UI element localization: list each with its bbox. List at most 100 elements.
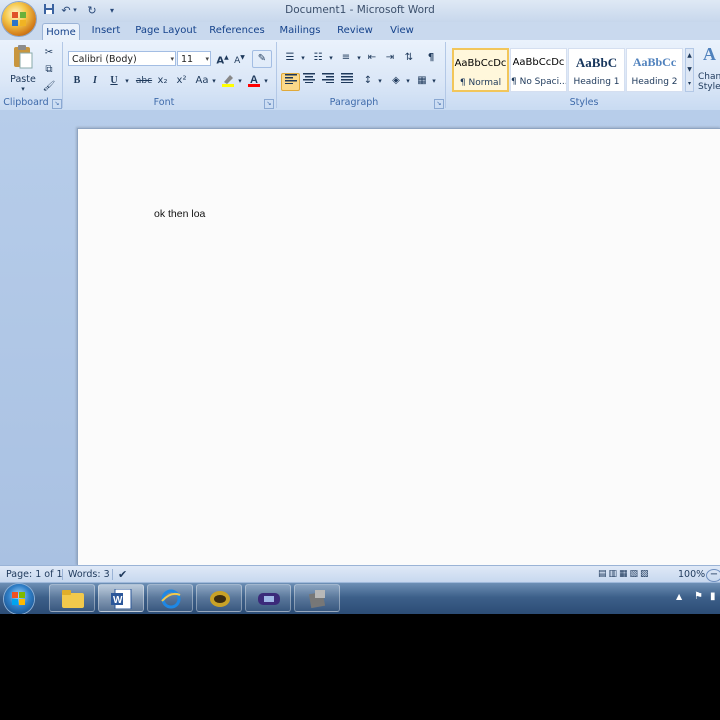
- show-hidden-icons-icon[interactable]: ▲: [676, 592, 686, 604]
- font-color-icon[interactable]: A: [246, 73, 262, 89]
- align-right-icon[interactable]: [319, 73, 336, 89]
- document-body-text[interactable]: ok then loa: [154, 208, 205, 220]
- chevron-down-icon: ▾: [205, 55, 209, 63]
- cut-icon[interactable]: ✂: [41, 45, 57, 61]
- style-label: ¶ No Spaci...: [511, 77, 566, 87]
- borders-icon[interactable]: ▦: [414, 73, 430, 89]
- numbering-dropdown-icon[interactable]: ▾: [327, 50, 335, 66]
- line-spacing-icon[interactable]: ↕: [360, 73, 376, 89]
- highlight-dropdown-icon[interactable]: ▾: [236, 73, 244, 89]
- view-buttons[interactable]: ▤▥▦▧▨: [598, 568, 668, 581]
- tab-insert[interactable]: Insert: [88, 22, 124, 40]
- style-heading-1[interactable]: AaBbC Heading 1: [568, 48, 625, 92]
- copy-icon[interactable]: ⧉: [41, 62, 57, 78]
- office-button[interactable]: [2, 2, 36, 36]
- justify-icon[interactable]: [338, 73, 355, 89]
- bullets-dropdown-icon[interactable]: ▾: [299, 50, 307, 66]
- change-styles-label: Chan Style: [698, 72, 720, 92]
- numbering-icon[interactable]: ☷: [309, 50, 327, 66]
- multilevel-dropdown-icon[interactable]: ▾: [355, 50, 363, 66]
- change-case-dropdown-icon[interactable]: ▾: [210, 73, 218, 89]
- format-painter-icon[interactable]: 🖌: [41, 79, 57, 95]
- change-case-button[interactable]: Aa: [193, 73, 211, 89]
- underline-button[interactable]: U: [107, 73, 121, 89]
- customize-quick-access-icon[interactable]: ▾: [107, 3, 117, 18]
- chevron-down-icon: ▾: [170, 55, 174, 63]
- font-size-select[interactable]: 11 ▾: [177, 51, 211, 66]
- windows-logo-icon: [12, 592, 25, 605]
- sort-icon[interactable]: ⇅: [401, 50, 417, 66]
- font-color-dropdown-icon[interactable]: ▾: [262, 73, 270, 89]
- style-normal[interactable]: AaBbCcDc ¶ Normal: [452, 48, 509, 92]
- style-no-spacing[interactable]: AaBbCcDc ¶ No Spaci...: [510, 48, 567, 92]
- tab-home[interactable]: Home: [42, 23, 80, 41]
- paste-dropdown-icon: ▾: [21, 85, 25, 93]
- clipboard-group-label: Clipboard: [3, 97, 49, 108]
- font-launcher-icon[interactable]: ↘: [264, 99, 274, 109]
- style-heading-2[interactable]: AaBbCc Heading 2: [626, 48, 683, 92]
- font-size-value: 11: [181, 54, 194, 65]
- app-taskbar-button[interactable]: [196, 584, 242, 612]
- change-styles-button[interactable]: A Chan Style: [697, 44, 720, 96]
- game-taskbar-button[interactable]: [245, 584, 291, 612]
- increase-indent-icon[interactable]: ⇥: [382, 50, 398, 66]
- underline-dropdown-icon[interactable]: ▾: [123, 73, 131, 89]
- font-name-value: Calibri (Body): [72, 54, 137, 65]
- clear-formatting-icon[interactable]: ✎: [252, 50, 272, 68]
- paste-button[interactable]: Paste ▾: [8, 44, 38, 94]
- tab-mailings[interactable]: Mailings: [276, 22, 324, 40]
- tab-page-layout[interactable]: Page Layout: [134, 22, 198, 40]
- tool-taskbar-button[interactable]: [294, 584, 340, 612]
- tab-review[interactable]: Review: [334, 22, 376, 40]
- network-icon[interactable]: ▮: [710, 591, 720, 603]
- word-count[interactable]: Words: 3: [68, 568, 110, 581]
- align-center-icon[interactable]: [300, 73, 317, 89]
- multilevel-list-icon[interactable]: ≡: [337, 50, 355, 66]
- redo-icon[interactable]: ↻: [84, 3, 100, 18]
- shading-icon[interactable]: ◈: [388, 73, 404, 89]
- document-page[interactable]: [77, 128, 720, 566]
- style-preview: AaBbC: [575, 55, 618, 70]
- show-formatting-button[interactable]: ¶: [423, 50, 439, 66]
- save-icon[interactable]: [41, 3, 57, 18]
- proofing-icon[interactable]: ✔: [118, 568, 127, 581]
- highlight-icon[interactable]: [220, 73, 236, 89]
- strikethrough-button[interactable]: abc: [135, 73, 153, 89]
- ribbon-tabs: Home Insert Page Layout References Maili…: [0, 22, 720, 41]
- start-button[interactable]: [4, 584, 34, 614]
- font-name-select[interactable]: Calibri (Body) ▾: [68, 51, 176, 66]
- clipboard-launcher-icon[interactable]: ↘: [52, 99, 62, 109]
- borders-dropdown-icon[interactable]: ▾: [430, 73, 438, 89]
- internet-explorer-taskbar-button[interactable]: [147, 584, 193, 612]
- shrink-font-button[interactable]: A▼: [232, 50, 247, 66]
- style-label: ¶ Normal: [459, 78, 502, 88]
- zoom-out-icon[interactable]: −: [706, 569, 720, 582]
- explorer-taskbar-button[interactable]: [49, 584, 95, 612]
- svg-text:W: W: [113, 595, 123, 606]
- zoom-level[interactable]: 100%: [678, 568, 705, 581]
- styles-gallery-scroll[interactable]: ▲ ▼ ▾: [685, 48, 694, 92]
- grow-font-button[interactable]: A▲: [215, 50, 230, 66]
- style-preview: AaBbCcDc: [512, 57, 565, 68]
- shading-dropdown-icon[interactable]: ▾: [404, 73, 412, 89]
- line-spacing-dropdown-icon[interactable]: ▾: [376, 73, 384, 89]
- bullets-icon[interactable]: ☰: [281, 50, 299, 66]
- decrease-indent-icon[interactable]: ⇤: [364, 50, 380, 66]
- tab-view[interactable]: View: [386, 22, 418, 40]
- font-group-label: Font: [153, 97, 175, 108]
- subscript-button[interactable]: x₂: [155, 73, 170, 89]
- office-logo-icon: [12, 12, 26, 26]
- action-center-flag-icon[interactable]: ⚑: [694, 591, 706, 603]
- style-label: Heading 2: [631, 77, 678, 87]
- tab-references[interactable]: References: [208, 22, 266, 40]
- italic-button[interactable]: I: [88, 73, 102, 89]
- align-left-icon[interactable]: [281, 73, 300, 91]
- paragraph-launcher-icon[interactable]: ↘: [434, 99, 444, 109]
- undo-dropdown-icon[interactable]: ▾: [71, 3, 79, 18]
- page-count[interactable]: Page: 1 of 1: [6, 568, 63, 581]
- bold-button[interactable]: B: [70, 73, 84, 89]
- word-taskbar-button[interactable]: W: [98, 584, 144, 612]
- gamepad-icon: [258, 593, 280, 605]
- superscript-button[interactable]: x²: [174, 73, 189, 89]
- word-icon: W: [111, 589, 132, 609]
